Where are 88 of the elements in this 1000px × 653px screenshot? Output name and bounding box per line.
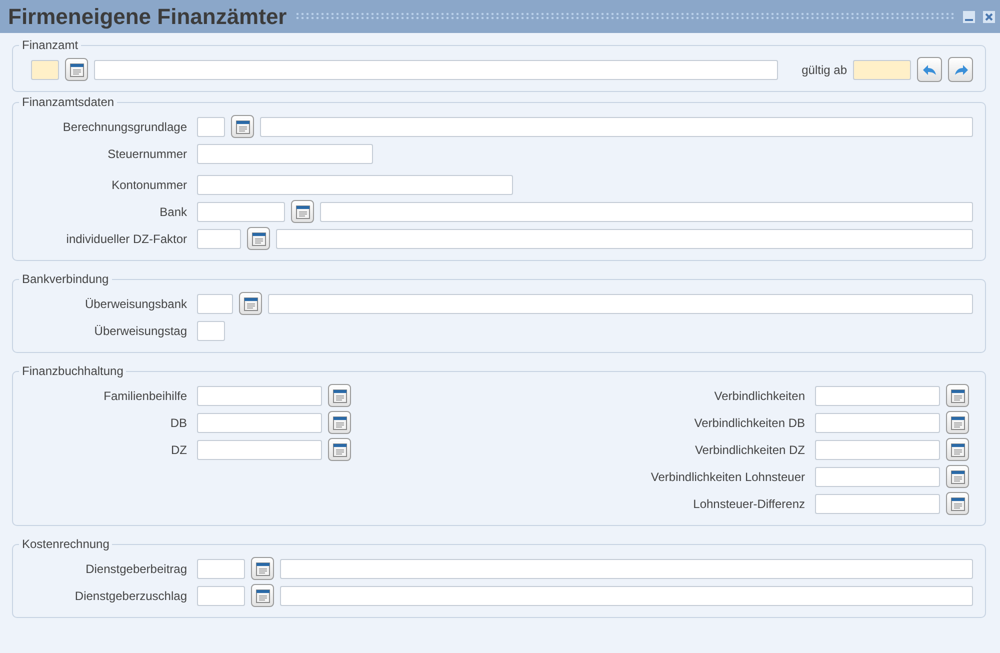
input-field[interactable] [197, 586, 245, 606]
lookup-button[interactable] [946, 411, 969, 434]
close-button[interactable] [983, 10, 995, 22]
section-title: Finanzamt [19, 38, 82, 52]
input-field[interactable] [197, 174, 513, 194]
field-label: Steuernummer [106, 146, 188, 160]
input-field[interactable] [197, 144, 373, 164]
description-field[interactable] [268, 294, 973, 314]
back-button[interactable] [917, 57, 942, 82]
window-title: Firmeneigene Finanzämter [8, 4, 287, 30]
input-field[interactable] [815, 440, 940, 460]
lookup-button[interactable] [946, 438, 969, 461]
field-label: Verbindlichkeiten Lohnsteuer [650, 470, 806, 484]
lookup-button[interactable] [251, 584, 274, 607]
field-label: Kontonummer [110, 178, 188, 192]
lookup-button[interactable] [946, 384, 969, 407]
lookup-button[interactable] [231, 115, 254, 138]
section-title: Finanzamtsdaten [19, 95, 118, 109]
input-field[interactable] [197, 320, 225, 340]
date-field[interactable] [853, 60, 911, 80]
input-field[interactable] [197, 202, 285, 222]
back-arrow-icon [922, 62, 938, 76]
list-icon [950, 414, 966, 430]
lookup-button[interactable] [328, 384, 351, 407]
field-label: Überweisungstag [93, 324, 188, 338]
field-label: Überweisungsbank [84, 296, 188, 310]
input-field[interactable] [815, 466, 940, 486]
description-field[interactable] [276, 228, 973, 248]
input-field[interactable] [197, 294, 233, 314]
list-icon [950, 496, 966, 512]
lookup-button[interactable] [65, 58, 88, 81]
lookup-button[interactable] [251, 557, 274, 580]
input-field[interactable] [197, 228, 241, 248]
field-label: Dienstgeberbeitrag [84, 562, 188, 576]
list-icon [332, 414, 348, 430]
minimize-button[interactable] [963, 10, 975, 22]
forward-button[interactable] [948, 57, 973, 82]
list-icon [254, 560, 270, 576]
list-icon [250, 230, 266, 246]
input-field[interactable] [197, 412, 322, 432]
lookup-button[interactable] [946, 465, 969, 488]
input-field[interactable] [815, 494, 940, 514]
list-icon [68, 62, 84, 78]
field-label: Dienstgeberzuschlag [74, 588, 188, 602]
lookup-button[interactable] [328, 438, 351, 461]
list-icon [294, 204, 310, 220]
field-label: gültig ab [802, 62, 847, 76]
description-field[interactable] [260, 116, 973, 136]
section-title: Bankverbindung [19, 272, 112, 286]
minimize-icon [965, 18, 973, 20]
input-field[interactable] [197, 440, 322, 460]
list-icon [332, 442, 348, 458]
list-icon [950, 468, 966, 484]
close-icon [985, 12, 993, 20]
forward-arrow-icon [952, 62, 968, 76]
field-label: Familienbeihilfe [102, 388, 188, 402]
input-field[interactable] [197, 558, 245, 578]
lookup-button[interactable] [291, 200, 314, 223]
field-label: Lohnsteuer-Differenz [692, 496, 806, 510]
lookup-button[interactable] [328, 411, 351, 434]
input-field[interactable] [31, 60, 59, 80]
list-icon [332, 388, 348, 404]
list-icon [950, 442, 966, 458]
input-field[interactable] [197, 386, 322, 406]
list-icon [950, 388, 966, 404]
field-label: individueller DZ-Faktor [65, 232, 188, 246]
field-label: DZ [170, 442, 188, 456]
description-field[interactable] [280, 586, 973, 606]
input-field[interactable] [197, 116, 225, 136]
field-label: Verbindlichkeiten DZ [694, 442, 806, 456]
input-field[interactable] [815, 412, 940, 432]
list-icon [234, 118, 250, 134]
list-icon [242, 296, 258, 312]
list-icon [254, 588, 270, 604]
field-label: Verbindlichkeiten DB [693, 416, 806, 430]
lookup-button[interactable] [247, 227, 270, 250]
description-field[interactable] [320, 202, 973, 222]
field-label: Verbindlichkeiten [713, 388, 806, 402]
description-field[interactable] [280, 558, 973, 578]
lookup-button[interactable] [239, 292, 262, 315]
lookup-button[interactable] [946, 492, 969, 515]
section-title: Kostenrechnung [19, 537, 112, 551]
description-field[interactable] [94, 60, 778, 80]
section-title: Finanzbuchhaltung [19, 364, 126, 378]
field-label: Berechnungsgrundlage [62, 120, 188, 134]
field-label: Bank [158, 204, 188, 218]
field-label: DB [169, 416, 188, 430]
input-field[interactable] [815, 386, 940, 406]
